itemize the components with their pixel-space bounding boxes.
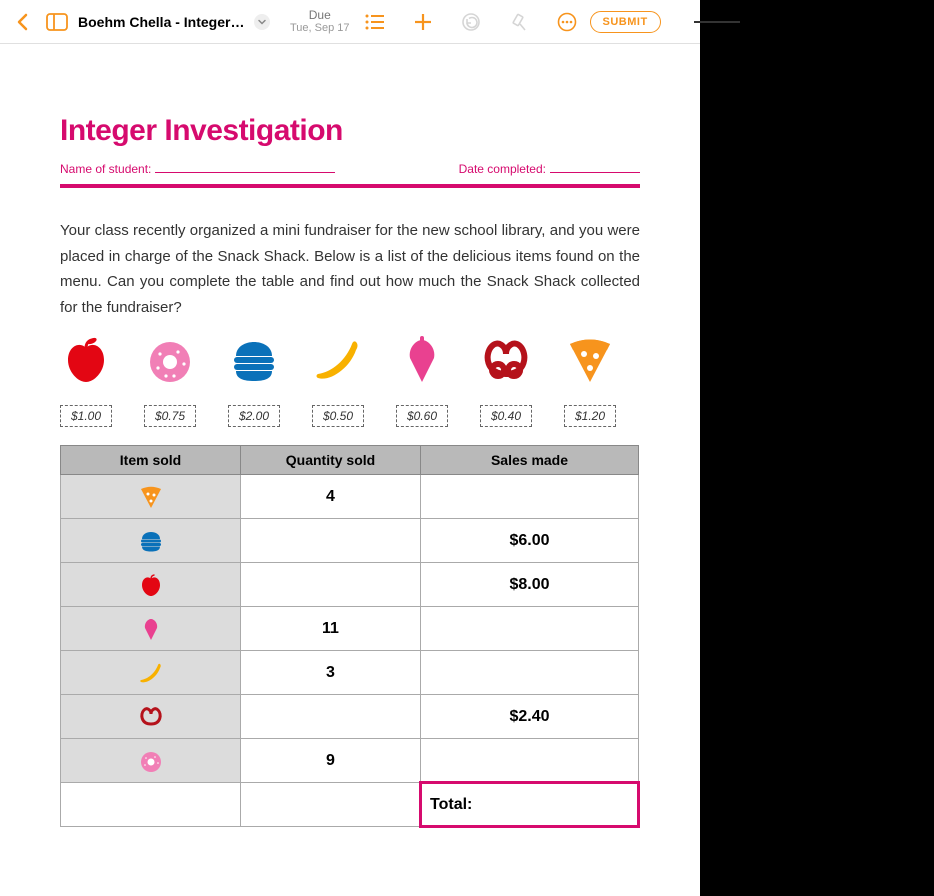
table-row: 4 bbox=[61, 475, 639, 519]
due-block: Due Tue, Sep 17 bbox=[290, 9, 350, 34]
doc-title: Boehm Chella - Integers I... bbox=[78, 14, 248, 30]
sales-cell[interactable] bbox=[421, 739, 639, 783]
date-field[interactable] bbox=[550, 172, 640, 173]
name-label: Name of student: bbox=[60, 162, 151, 176]
qty-cell[interactable] bbox=[241, 519, 421, 563]
due-date: Tue, Sep 17 bbox=[290, 22, 350, 34]
row-icon-burger bbox=[61, 519, 241, 563]
pretzel-icon bbox=[480, 334, 532, 391]
price-apple: $1.00 bbox=[60, 405, 112, 427]
row-icon-donut bbox=[61, 739, 241, 783]
date-label: Date completed: bbox=[459, 162, 546, 176]
table-header-row: Item sold Quantity sold Sales made bbox=[61, 446, 639, 475]
sales-cell[interactable] bbox=[421, 651, 639, 695]
undo-icon[interactable] bbox=[456, 7, 486, 37]
table-row: $2.40 bbox=[61, 695, 639, 739]
menu-row bbox=[60, 334, 640, 391]
sales-cell[interactable]: $6.00 bbox=[421, 519, 639, 563]
price-donut: $0.75 bbox=[144, 405, 196, 427]
table-total-row: Total: bbox=[61, 783, 639, 827]
qty-cell[interactable]: 4 bbox=[241, 475, 421, 519]
sales-cell[interactable]: $8.00 bbox=[421, 563, 639, 607]
qty-cell[interactable] bbox=[241, 563, 421, 607]
submit-button[interactable]: SUBMIT bbox=[590, 11, 661, 33]
annotation-line bbox=[694, 21, 740, 23]
sales-cell[interactable] bbox=[421, 475, 639, 519]
row-icon-pretzel bbox=[61, 695, 241, 739]
table-row: $8.00 bbox=[61, 563, 639, 607]
qty-cell[interactable]: 11 bbox=[241, 607, 421, 651]
banana-icon bbox=[312, 334, 364, 391]
sales-table: Item sold Quantity sold Sales made 4 $6.… bbox=[60, 445, 640, 828]
apple-icon bbox=[60, 334, 112, 391]
th-sales: Sales made bbox=[421, 446, 639, 475]
qty-cell[interactable] bbox=[241, 695, 421, 739]
price-burger: $2.00 bbox=[228, 405, 280, 427]
table-row: 11 bbox=[61, 607, 639, 651]
doc-title-block[interactable]: Boehm Chella - Integers I... bbox=[78, 14, 270, 30]
back-icon[interactable] bbox=[8, 7, 38, 37]
icecream-icon bbox=[396, 334, 448, 391]
document-page: Integer Investigation Name of student: D… bbox=[0, 44, 700, 848]
price-banana: $0.50 bbox=[312, 405, 364, 427]
name-field[interactable] bbox=[155, 172, 335, 173]
sidebar-icon[interactable] bbox=[42, 7, 72, 37]
row-icon-pizza bbox=[61, 475, 241, 519]
sales-cell[interactable] bbox=[421, 607, 639, 651]
divider bbox=[60, 184, 640, 188]
donut-icon bbox=[144, 334, 196, 391]
burger-icon bbox=[228, 334, 280, 391]
row-icon-banana bbox=[61, 651, 241, 695]
page-title: Integer Investigation bbox=[60, 114, 640, 148]
form-line: Name of student: Date completed: bbox=[60, 162, 640, 176]
price-pretzel: $0.40 bbox=[480, 405, 532, 427]
add-icon[interactable] bbox=[408, 7, 438, 37]
qty-cell[interactable]: 3 bbox=[241, 651, 421, 695]
total-cell[interactable]: Total: bbox=[421, 783, 639, 827]
table-row: $6.00 bbox=[61, 519, 639, 563]
more-icon[interactable] bbox=[552, 7, 582, 37]
price-row: $1.00 $0.75 $2.00 $0.50 $0.60 $0.40 $1.2… bbox=[60, 405, 640, 427]
table-row: 9 bbox=[61, 739, 639, 783]
th-item: Item sold bbox=[61, 446, 241, 475]
intro-text: Your class recently organized a mini fun… bbox=[60, 218, 640, 320]
blank-cell bbox=[61, 783, 241, 827]
list-icon[interactable] bbox=[360, 7, 390, 37]
chevron-down-icon[interactable] bbox=[254, 14, 270, 30]
due-label: Due bbox=[290, 9, 350, 22]
gavel-icon[interactable] bbox=[504, 7, 534, 37]
price-icecream: $0.60 bbox=[396, 405, 448, 427]
table-row: 3 bbox=[61, 651, 639, 695]
price-pizza: $1.20 bbox=[564, 405, 616, 427]
blank-cell bbox=[241, 783, 421, 827]
pizza-icon bbox=[564, 334, 616, 391]
qty-cell[interactable]: 9 bbox=[241, 739, 421, 783]
th-qty: Quantity sold bbox=[241, 446, 421, 475]
sales-cell[interactable]: $2.40 bbox=[421, 695, 639, 739]
toolbar: Boehm Chella - Integers I... Due Tue, Se… bbox=[0, 0, 700, 44]
row-icon-apple bbox=[61, 563, 241, 607]
row-icon-icecream bbox=[61, 607, 241, 651]
